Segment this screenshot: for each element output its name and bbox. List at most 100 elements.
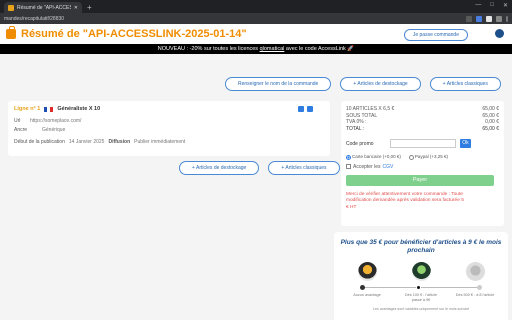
anchor-value: Générique (42, 127, 66, 133)
summary-label: 10 ARTICLES X 6,5 € (346, 106, 395, 112)
shopping-bag-icon (6, 26, 16, 39)
menu-kebab-icon[interactable] (506, 15, 508, 22)
edit-icon[interactable] (298, 106, 304, 112)
delete-icon[interactable] (307, 106, 313, 112)
anchor-label: Ancre (14, 127, 28, 133)
url-field[interactable]: mandes/recapitulatif/28830 (4, 16, 466, 22)
close-tab-icon[interactable]: ✕ (74, 5, 78, 11)
diffusion-label: Diffusion (108, 139, 131, 145)
rewards-steps (340, 262, 502, 281)
profile-icon[interactable] (496, 15, 502, 22)
cgv-text: Accepter les (353, 163, 381, 170)
order-line-card: Ligne n° 1 Généraliste X 10 Url https://… (8, 101, 330, 156)
diffusion-value: Publier immédiatement (134, 139, 186, 145)
banner-text-after: avec le code AccessLink 🚀 (284, 46, 355, 52)
cgv-checkbox[interactable] (346, 164, 351, 170)
tab-title: Résumé de "API-ACCESSLINK-2… (17, 4, 71, 11)
publication-label: Début de la publication (14, 139, 65, 145)
progress-marker (416, 285, 422, 290)
summary-value: 65,00 € (482, 125, 499, 132)
mid-actions: + Articles de destockage + Articles clas… (179, 161, 340, 175)
publication-row: Début de la publication 14 Janvier 2025 … (14, 139, 324, 145)
summary-line: TVA 0% : 0,00 € (346, 119, 499, 126)
publication-date: 14 Janvier 2025 (68, 139, 105, 145)
summary-label: TOTAL : (346, 125, 365, 132)
line-actions (298, 106, 313, 112)
cgv-link[interactable]: CGV (383, 164, 394, 170)
reward-label: Dès 100 € : l'article passe à 9€ (404, 293, 438, 302)
add-stock-articles-button-2[interactable]: + Articles de destockage (179, 161, 260, 175)
order-button[interactable]: Je passe commande (403, 29, 468, 41)
page-header: Résumé de "API-ACCESSLINK-2025-01-14" Je… (0, 24, 512, 44)
promo-code-label: Code promo (346, 140, 374, 147)
url-row: Url https://someplace.com/ (14, 118, 324, 124)
reward-step (398, 262, 444, 281)
page-title: Résumé de "API-ACCESSLINK-2025-01-14" (21, 28, 247, 40)
card-option[interactable]: Carte bancaire (+0,00 €) (346, 154, 401, 160)
minimize-button[interactable]: — (475, 2, 481, 9)
summary-value: 0,00 € (485, 119, 499, 126)
url-value: https://someplace.com/ (30, 118, 82, 124)
radio-selected-icon[interactable] (346, 154, 351, 160)
summary-value: 65,00 € (482, 106, 499, 112)
france-flag-icon (44, 106, 54, 112)
summary-label: TVA 0% : (346, 119, 367, 126)
reward-label: Dès 500 € : à 8 l'article (455, 293, 495, 297)
extension-icons (466, 15, 508, 22)
browser-tab[interactable]: Résumé de "API-ACCESSLINK-2… ✕ (4, 2, 82, 13)
browser-tab-bar: Résumé de "API-ACCESSLINK-2… ✕ + (0, 0, 512, 13)
payment-methods: Carte bancaire (+0,00 €) Paypal (+3,25 €… (346, 154, 499, 160)
warning-note: Merci de vérifier attentivement votre co… (346, 191, 464, 210)
promo-code-row: Code promo Ok (346, 139, 499, 149)
account-icon[interactable] (495, 29, 504, 38)
extension-icon[interactable] (486, 15, 492, 22)
line-header: Ligne n° 1 Généraliste X 10 (14, 106, 324, 112)
rewards-progress (360, 285, 482, 290)
cgv-row: Accepter les CGV (346, 164, 499, 170)
reward-step (452, 262, 498, 281)
favicon-icon (8, 4, 14, 11)
paypal-option[interactable]: Paypal (+3,25 €) (408, 154, 449, 160)
badge-icon (357, 262, 377, 281)
promo-ok-button[interactable]: Ok (460, 139, 471, 149)
badge-icon (411, 262, 431, 281)
reward-label: Aucun avantage (353, 293, 381, 297)
summary-line: 10 ARTICLES X 6,5 € 65,00 € (346, 106, 499, 113)
promo-code-input[interactable] (390, 139, 456, 149)
card-option-label: Carte bancaire (+0,00 €) (352, 154, 401, 160)
address-bar: mandes/recapitulatif/28830 (0, 13, 512, 24)
rename-order-button[interactable]: Renseigner le nom de la commande (225, 77, 332, 91)
summary-value: 65,00 € (482, 112, 499, 119)
anchor-row: Ancre Générique (14, 127, 324, 133)
extension-icon[interactable] (476, 15, 482, 22)
promo-banner: NOUVEAU : -20% sur toutes les licences q… (0, 44, 512, 54)
top-actions: Renseigner le nom de la commande + Artic… (225, 77, 501, 91)
summary-line: SOUS TOTAL 65,00 € (346, 113, 499, 120)
pay-button[interactable]: Payer (346, 174, 494, 186)
reward-labels: Aucun avantage Dès 100 € : l'article pas… (340, 293, 502, 302)
line-number: Ligne n° 1 (14, 106, 41, 112)
radio-icon[interactable] (408, 154, 414, 160)
summary-label: SOUS TOTAL (346, 112, 378, 119)
rewards-card: Plus que 35 € pour bénéficier d'articles… (334, 232, 508, 320)
reward-step (344, 262, 390, 281)
order-summary: 10 ARTICLES X 6,5 € 65,00 € SOUS TOTAL 65,… (341, 101, 504, 226)
maximize-button[interactable]: □ (490, 2, 494, 9)
new-tab-button[interactable]: + (87, 2, 92, 13)
add-stock-articles-button[interactable]: + Articles de destockage (340, 77, 421, 91)
rewards-footnote: Les avantages sont valables uniquement s… (373, 307, 469, 312)
summary-total: TOTAL : 65,00 € (346, 126, 499, 133)
close-window-button[interactable]: ✕ (503, 2, 508, 9)
product-name: Généraliste X 10 (57, 106, 101, 112)
add-classic-articles-button-2[interactable]: + Articles classiques (268, 161, 340, 175)
url-label: Url (14, 118, 21, 124)
banner-text-before: NOUVEAU : -20% sur toutes les licences (157, 46, 260, 52)
paypal-option-label: Paypal (+3,25 €) (414, 154, 449, 160)
window-controls: — □ ✕ (475, 2, 508, 9)
extension-icon[interactable] (466, 15, 472, 22)
add-classic-articles-button[interactable]: + Articles classiques (429, 77, 501, 91)
badge-icon (465, 262, 485, 281)
progress-dot-start (360, 285, 365, 290)
banner-link[interactable]: qlomatical (260, 46, 285, 52)
rewards-title: Plus que 35 € pour bénéficier d'articles… (340, 239, 502, 254)
